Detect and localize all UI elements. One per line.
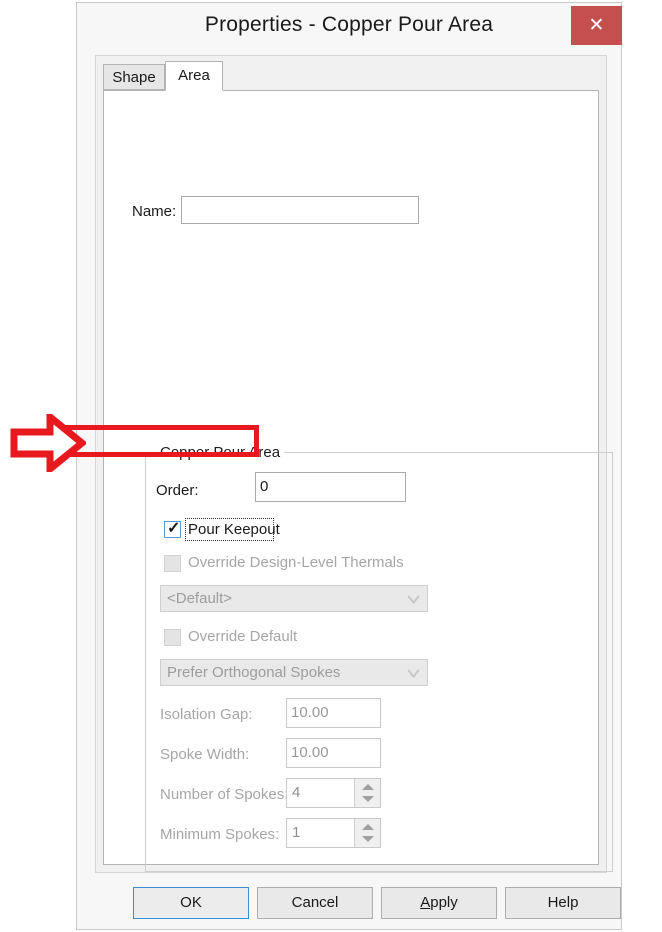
pour-keepout-checkbox[interactable]: ✓ (164, 520, 181, 538)
pour-keepout-label: Pour Keepout (188, 521, 280, 538)
thermals-combo-value: <Default> (167, 590, 233, 607)
ok-button[interactable]: OK (133, 887, 249, 919)
annotation-arrow-icon (10, 414, 86, 472)
close-button[interactable]: ✕ (571, 6, 622, 45)
minimum-spokes-spin-buttons[interactable] (354, 819, 380, 847)
tab-area[interactable]: Area (165, 61, 223, 91)
number-of-spokes-label: Number of Spokes: (160, 786, 289, 803)
override-thermals-label: Override Design-Level Thermals (188, 554, 404, 571)
apply-mnemonic: A (420, 894, 431, 911)
dialog-titlebar: Properties - Copper Pour Area ✕ (77, 3, 622, 55)
spin-up-icon[interactable] (362, 824, 374, 830)
override-thermals-checkbox[interactable] (164, 555, 181, 572)
name-input[interactable] (181, 196, 419, 224)
minimum-spokes-label: Minimum Spokes: (160, 826, 280, 843)
spin-down-icon[interactable] (362, 836, 374, 842)
isolation-gap-input[interactable]: 10.00 (286, 698, 381, 728)
tab-panel-area: Name: Copper Pour Area Order: 0 ✓ Pour K… (103, 90, 613, 872)
minimum-spokes-value: 1 (292, 824, 301, 841)
number-of-spokes-spin-buttons[interactable] (354, 779, 380, 807)
order-label: Order: (156, 482, 199, 499)
tab-shape[interactable]: Shape (103, 64, 165, 90)
cancel-button[interactable]: Cancel (257, 887, 373, 919)
spokes-combo[interactable]: Prefer Orthogonal Spokes (160, 659, 428, 686)
spoke-width-label: Spoke Width: (160, 746, 250, 763)
checkmark-icon: ✓ (167, 520, 181, 537)
spin-up-icon[interactable] (362, 784, 374, 790)
properties-dialog: Properties - Copper Pour Area ✕ Shape Ar… (76, 2, 622, 930)
spin-down-icon[interactable] (362, 796, 374, 802)
tab-control: Shape Area Name: Copper Pour Area Order:… (95, 55, 613, 873)
number-of-spokes-value: 4 (292, 784, 301, 801)
dialog-title: Properties - Copper Pour Area (204, 13, 494, 36)
thermals-combo[interactable]: <Default> (160, 585, 428, 612)
isolation-gap-label: Isolation Gap: (160, 706, 253, 723)
apply-button[interactable]: Apply (381, 887, 497, 919)
override-default-label: Override Default (188, 628, 298, 645)
spoke-width-input[interactable]: 10.00 (286, 738, 381, 768)
override-default-checkbox[interactable] (164, 629, 181, 646)
close-icon: ✕ (588, 15, 605, 36)
chevron-down-icon (407, 669, 419, 677)
order-input[interactable]: 0 (255, 472, 406, 502)
spokes-combo-value: Prefer Orthogonal Spokes (167, 664, 341, 681)
number-of-spokes-stepper[interactable]: 4 (286, 778, 381, 808)
minimum-spokes-stepper[interactable]: 1 (286, 818, 381, 848)
chevron-down-icon (407, 595, 419, 603)
name-label: Name: (132, 203, 177, 220)
apply-label-post: pply (430, 894, 458, 911)
help-button[interactable]: Help (505, 887, 621, 919)
